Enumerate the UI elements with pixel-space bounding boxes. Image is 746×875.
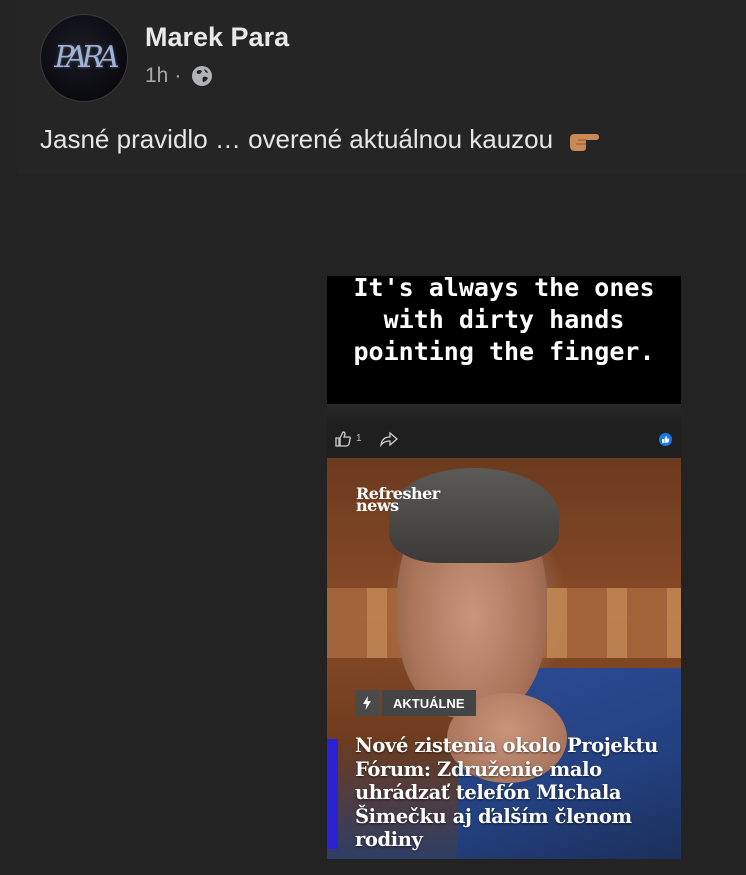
category-tag-label: AKTUÁLNE (382, 690, 476, 716)
quote-line-1: It's always the ones (353, 276, 655, 302)
news-headline: Nové zistenia okolo Projektu Fórum: Zdru… (355, 734, 658, 851)
embedded-reaction-bar: 1 (327, 422, 681, 458)
quote-panel: It's always the ones with dirty hands po… (327, 276, 681, 404)
shared-image[interactable]: It's always the ones with dirty hands po… (327, 276, 681, 859)
quote-line-3: pointing the finger. (353, 337, 655, 366)
post-text: Jasné pravidlo … overené aktuálnou kauzo… (40, 124, 600, 155)
photo-hair (389, 468, 559, 563)
divider (327, 404, 681, 422)
news-photo: Refresher news AKTUÁLNE Nové zistenia ok… (327, 458, 681, 859)
share-icon[interactable] (379, 430, 399, 448)
lightning-icon (355, 690, 379, 716)
avatar-monogram: PARA (54, 40, 119, 75)
post-time[interactable]: 1h (145, 64, 168, 88)
headline-accent-bar (327, 739, 338, 849)
avatar[interactable]: PARA (40, 14, 128, 102)
category-tag: AKTUÁLNE (355, 690, 476, 716)
post-meta: 1h · (145, 64, 213, 88)
news-logo: Refresher news (356, 486, 440, 514)
post-author-name[interactable]: Marek Para (145, 22, 289, 53)
meta-separator: · (174, 64, 182, 87)
post-text-body: Jasné pravidlo … overené aktuálnou kauzo… (40, 124, 554, 154)
quote-line-2: with dirty hands (383, 305, 625, 334)
backhand-index-pointing-right-icon (566, 128, 600, 152)
like-icon[interactable] (334, 430, 352, 448)
like-badge-icon (659, 433, 672, 446)
like-count: 1 (356, 433, 362, 444)
globe-icon[interactable] (191, 65, 213, 87)
quote-text: It's always the ones with dirty hands po… (327, 276, 681, 368)
